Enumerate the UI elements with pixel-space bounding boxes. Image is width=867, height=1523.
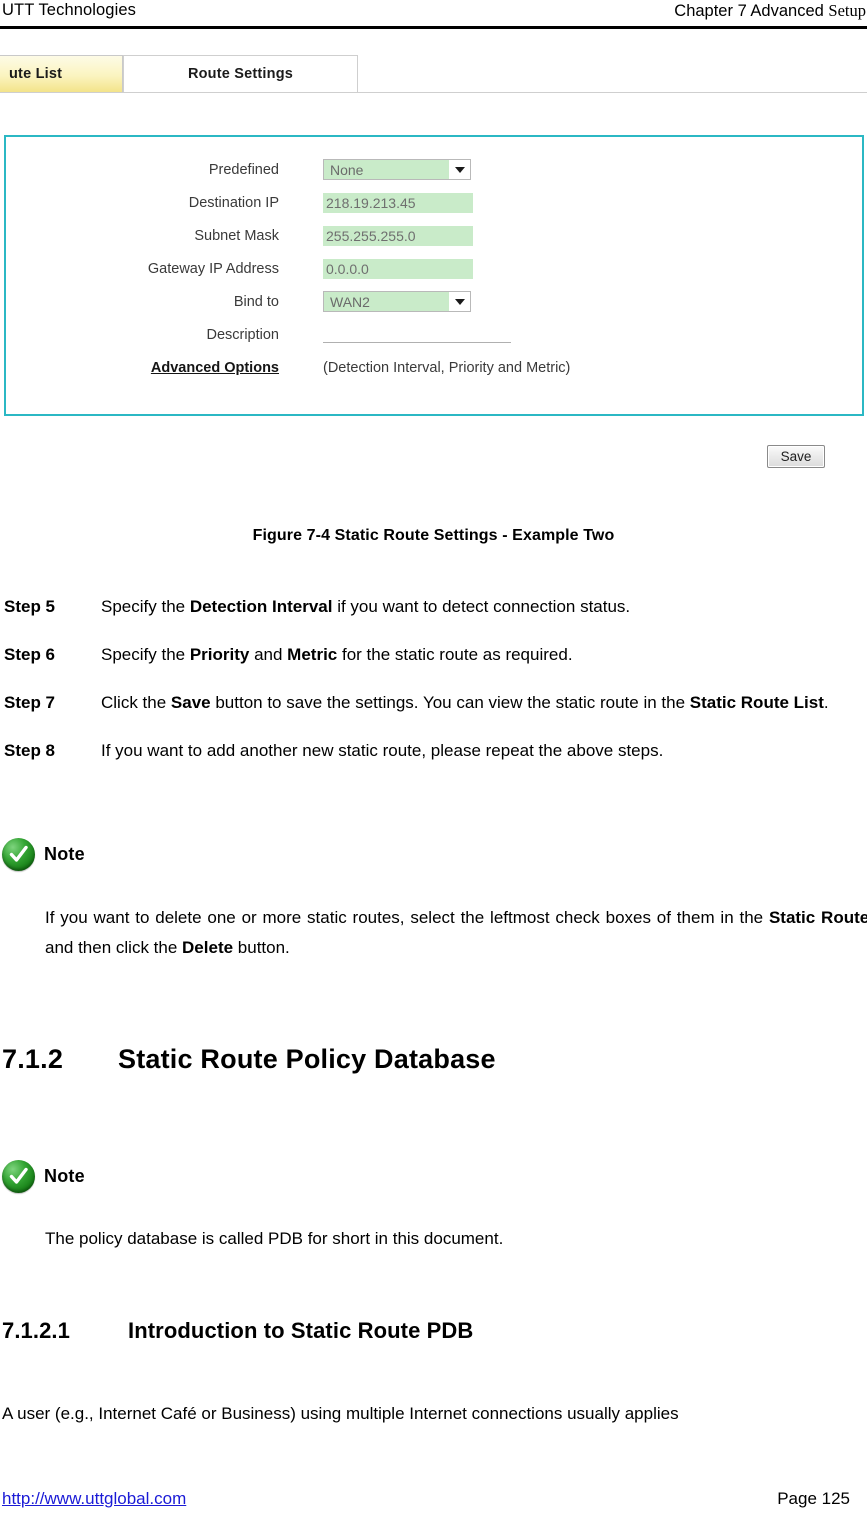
advanced-options-link[interactable]: Advanced Options [6, 360, 279, 376]
tab-bar-baseline [0, 92, 867, 93]
section-title: Static Route Policy Database [118, 1044, 496, 1074]
tab-route-settings[interactable]: Route Settings [123, 55, 358, 92]
step-number: Step 8 [4, 741, 56, 760]
step-text-bold: Save [170, 693, 211, 712]
step-number: Step 5 [4, 597, 56, 616]
control-bind-to: WAN2 [323, 291, 471, 312]
step-text: Specify the Priority and Metric for the … [101, 641, 867, 668]
note-body: If you want to delete one or more static… [0, 903, 867, 963]
note-text-part: button. [233, 938, 290, 957]
tab-bar: ute List Route Settings [0, 55, 867, 93]
green-check-icon [2, 1160, 35, 1193]
note-header: Note [2, 838, 85, 871]
note-text-bold: Static Route List [768, 908, 867, 927]
note-header: Note [2, 1160, 85, 1193]
step-item: Step 5 Specify the Detection Interval if… [0, 593, 867, 620]
control-gateway-ip: 0.0.0.0 [323, 258, 473, 279]
step-text-part: for the static route as required. [337, 645, 573, 664]
step-text-part: button to save the settings. You can vie… [210, 693, 690, 712]
chevron-down-icon [455, 166, 465, 173]
steps-list: Step 5 Specify the Detection Interval if… [0, 593, 867, 785]
note-title: Note [44, 844, 85, 864]
tab-route-settings-label: Route Settings [187, 66, 294, 82]
page-header: UTT Technologies Chapter 7 Advanced Setu… [0, 0, 867, 30]
subnet-mask-input[interactable]: 255.255.255.0 [323, 225, 473, 246]
header-chapter-title: Chapter 7 Advanced Setup [674, 1, 866, 21]
form-row-bind-to: Bind to WAN2 [6, 285, 862, 318]
step-text-part: If you want to add another new static ro… [101, 741, 664, 760]
note-text-part: If you want to delete one or more static… [45, 908, 769, 927]
header-chapter-sans: Chapter 7 Advanced [674, 2, 824, 20]
control-description [323, 326, 511, 343]
save-button[interactable]: Save [767, 445, 825, 468]
section-number: 7.1.2 [2, 1044, 64, 1074]
section-number: 7.1.2.1 [2, 1318, 70, 1343]
form-row-subnet-mask: Subnet Mask 255.255.255.0 [6, 219, 862, 252]
bind-to-select-value: WAN2 [324, 292, 449, 311]
footer-website-link[interactable]: http://www.uttglobal.com [2, 1489, 186, 1509]
predefined-select-value: None [324, 160, 449, 179]
step-item: Step 8 If you want to add another new st… [0, 737, 867, 764]
control-destination-ip: 218.19.213.45 [323, 192, 473, 213]
step-item: Step 7 Click the Save button to save the… [0, 689, 867, 716]
step-text: If you want to add another new static ro… [101, 737, 867, 764]
header-company-name: UTT Technologies [2, 1, 136, 19]
form-row-destination-ip: Destination IP 218.19.213.45 [6, 186, 862, 219]
form-row-description: Description [6, 318, 862, 351]
label-gateway-ip-address: Gateway IP Address [147, 260, 279, 277]
router-ui-screenshot: ute List Route Settings Predefined None … [0, 49, 867, 479]
note-text-bold: Delete [182, 938, 234, 957]
description-input[interactable] [323, 326, 511, 343]
step-text-bold: Metric [287, 645, 338, 664]
control-advanced-options-hint: (Detection Interval, Priority and Metric… [323, 360, 570, 376]
bind-to-select[interactable]: WAN2 [323, 291, 471, 312]
footer-page-number: Page 125 [777, 1489, 850, 1508]
route-settings-form: Predefined None Destination IP 218.19.21… [6, 153, 862, 384]
note-title: Note [44, 1166, 85, 1186]
tab-static-route-list-label: ute List [9, 66, 63, 82]
step-number: Step 7 [4, 693, 56, 712]
figure-caption: Figure 7-4 Static Route Settings - Examp… [252, 527, 615, 544]
step-text: Specify the Detection Interval if you wa… [101, 593, 867, 620]
control-subnet-mask: 255.255.255.0 [323, 225, 473, 246]
step-text-part: Specify the [101, 597, 190, 616]
step-text-part: if you want to detect connection status. [332, 597, 631, 616]
header-divider [0, 26, 867, 29]
note-text-part: The policy database is called PDB for sh… [45, 1229, 504, 1248]
section-title: Introduction to Static Route PDB [128, 1318, 474, 1343]
control-predefined: None [323, 159, 471, 180]
advanced-options-hint: (Detection Interval, Priority and Metric… [323, 359, 571, 376]
step-text-part: . [823, 693, 829, 712]
route-settings-panel: Predefined None Destination IP 218.19.21… [4, 135, 864, 416]
header-chapter-serif: Setup [828, 1, 866, 20]
destination-ip-input[interactable]: 218.19.213.45 [323, 192, 473, 213]
form-row-advanced-options: Advanced Options (Detection Interval, Pr… [6, 351, 862, 384]
label-predefined: Predefined [208, 161, 279, 178]
section-heading-7-1-2: 7.1.2 Static Route Policy Database [2, 1044, 496, 1075]
step-text-bold: Static Route List [689, 693, 824, 712]
predefined-select[interactable]: None [323, 159, 471, 180]
step-item: Step 6 Specify the Priority and Metric f… [0, 641, 867, 668]
page-footer: http://www.uttglobal.com Page 125 [0, 1489, 867, 1519]
tab-static-route-list[interactable]: ute List [0, 55, 123, 92]
label-description: Description [206, 326, 279, 343]
section-heading-7-1-2-1: 7.1.2.1 Introduction to Static Route PDB [2, 1318, 473, 1344]
green-check-icon [2, 838, 35, 871]
chevron-down-icon [455, 298, 465, 305]
form-row-gateway-ip: Gateway IP Address 0.0.0.0 [6, 252, 862, 285]
label-subnet-mask: Subnet Mask [194, 227, 279, 244]
step-number: Step 6 [4, 645, 56, 664]
label-destination-ip: Destination IP [188, 194, 279, 211]
step-text-part: Click the [101, 693, 171, 712]
body-paragraph: A user (e.g., Internet Café or Business)… [2, 1404, 679, 1423]
step-text: Click the Save button to save the settin… [101, 689, 867, 716]
gateway-ip-input[interactable]: 0.0.0.0 [323, 258, 473, 279]
form-row-predefined: Predefined None [6, 153, 862, 186]
step-text-bold: Detection Interval [189, 597, 333, 616]
step-text-bold: Priority [189, 645, 250, 664]
label-bind-to: Bind to [233, 293, 279, 310]
note-body: The policy database is called PDB for sh… [0, 1224, 867, 1254]
step-text-part: and [249, 645, 288, 664]
step-text-part: Specify the [101, 645, 190, 664]
